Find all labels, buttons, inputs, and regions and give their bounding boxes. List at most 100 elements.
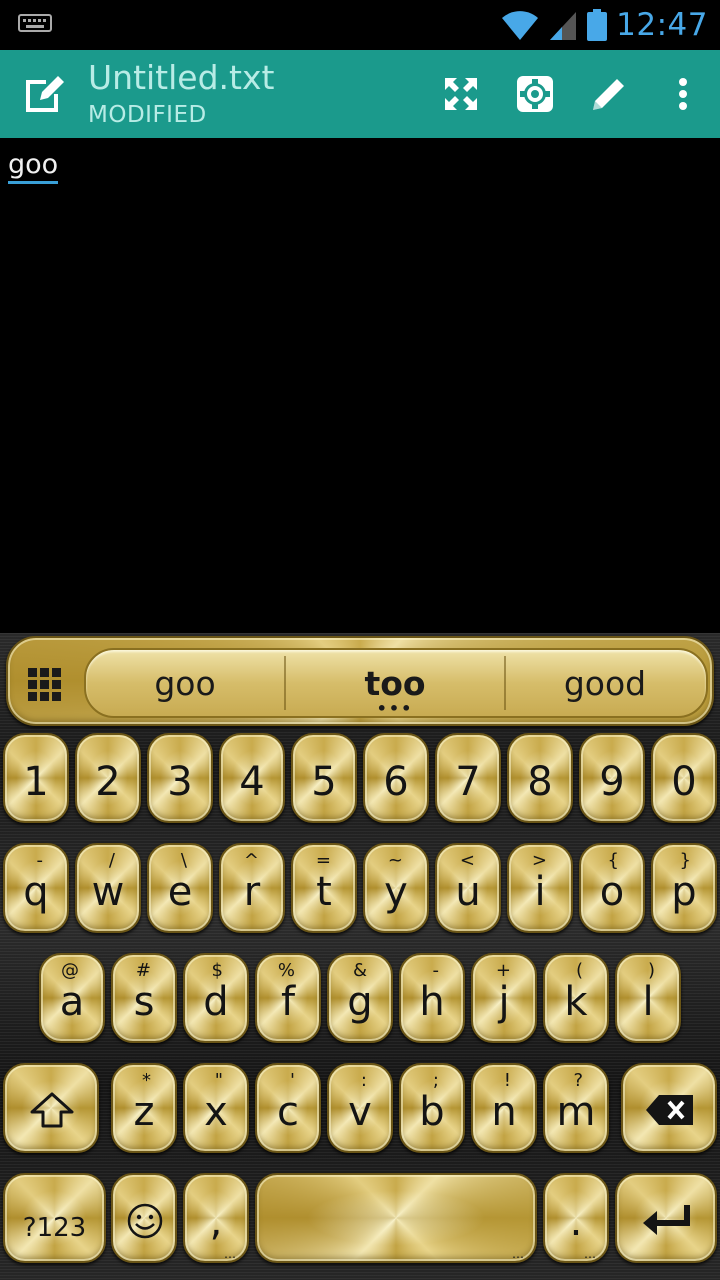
shift-arrow-icon	[30, 1092, 74, 1128]
key-label: p	[671, 869, 697, 915]
suggestion-goo[interactable]: goo	[86, 650, 284, 716]
key-label: 6	[383, 759, 409, 805]
key-v[interactable]: v:	[327, 1063, 393, 1153]
key-hint: !	[503, 1070, 511, 1091]
edit-note-icon[interactable]	[22, 72, 66, 116]
key-z[interactable]: z *	[111, 1063, 177, 1153]
key-label: i	[534, 869, 546, 915]
key-hint: ;	[432, 1070, 439, 1091]
key-b[interactable]: b;	[399, 1063, 465, 1153]
enter-key[interactable]	[615, 1173, 717, 1263]
key-g[interactable]: g &	[327, 953, 393, 1043]
keyboard-menu-icon[interactable]	[28, 668, 62, 702]
key-m[interactable]: m?	[543, 1063, 609, 1153]
shift-key[interactable]	[3, 1063, 99, 1153]
battery-icon	[587, 9, 608, 41]
key-hint: -	[36, 850, 44, 871]
key-label: 8	[527, 759, 553, 805]
key-hint: $	[211, 960, 223, 981]
key-hint: ^	[243, 850, 259, 871]
key-label: l	[642, 979, 654, 1025]
symbols-key[interactable]: ?123	[3, 1173, 106, 1263]
enter-arrow-icon	[643, 1205, 690, 1235]
app-bar: Untitled.txt MODIFIED	[0, 50, 720, 138]
key-c[interactable]: c '	[255, 1063, 321, 1153]
key-hint: ~	[387, 850, 403, 871]
key-label: m	[556, 1089, 596, 1135]
key-f[interactable]: f%	[255, 953, 321, 1043]
key-7[interactable]: 7	[435, 733, 501, 823]
emoji-key[interactable]	[111, 1173, 177, 1263]
key-hint: \	[180, 850, 187, 871]
key-4[interactable]: 4	[219, 733, 285, 823]
key-p[interactable]: p}	[651, 843, 717, 933]
key-5[interactable]: 5	[291, 733, 357, 823]
key-r[interactable]: r ^	[219, 843, 285, 933]
key-label: j	[498, 979, 510, 1025]
key-u[interactable]: u <	[435, 843, 501, 933]
key-0[interactable]: 0	[651, 733, 717, 823]
key-y[interactable]: y ~	[363, 843, 429, 933]
key-2[interactable]: 2	[75, 733, 141, 823]
key-label: 2	[95, 759, 121, 805]
key-hint: "	[214, 1070, 223, 1091]
backspace-key[interactable]	[621, 1063, 717, 1153]
key-label: w	[91, 869, 125, 915]
key-label: 0	[671, 759, 697, 805]
key-t[interactable]: t =	[291, 843, 357, 933]
key-s[interactable]: s #	[111, 953, 177, 1043]
suggestion-good[interactable]: good	[506, 650, 704, 716]
wifi-icon	[502, 11, 539, 40]
key-label: v	[348, 1089, 372, 1135]
suggestion-bar: goo too ••• good	[6, 636, 714, 726]
key-hint: '	[290, 1070, 295, 1091]
key-label: 9	[599, 759, 625, 805]
key-6[interactable]: 6	[363, 733, 429, 823]
comma-key[interactable]: , …	[183, 1173, 249, 1263]
key-k[interactable]: k(	[543, 953, 609, 1043]
space-key[interactable]: …	[255, 1173, 537, 1263]
key-j[interactable]: j +	[471, 953, 537, 1043]
keyboard: goo too ••• good 1234567890 q - w / e \ r ^ t = y ~…	[0, 633, 720, 1280]
key-9[interactable]: 9	[579, 733, 645, 823]
key-3[interactable]: 3	[147, 733, 213, 823]
key-hint: <	[459, 850, 475, 871]
settings-icon[interactable]	[515, 74, 555, 114]
more-suggestions-dots: •••	[376, 699, 414, 718]
key-e[interactable]: e \	[147, 843, 213, 933]
key-a[interactable]: a @	[39, 953, 105, 1043]
pencil-icon[interactable]	[589, 74, 629, 114]
key-n[interactable]: n!	[471, 1063, 537, 1153]
key-hint: >	[531, 850, 547, 871]
key-hint: #	[135, 960, 151, 981]
period-key[interactable]: . …	[543, 1173, 609, 1263]
key-hint: (	[575, 960, 583, 981]
fullscreen-icon[interactable]	[441, 74, 481, 114]
key-w[interactable]: w /	[75, 843, 141, 933]
key-label: f	[280, 979, 296, 1025]
document-title: Untitled.txt	[88, 58, 275, 97]
key-q[interactable]: q-	[3, 843, 69, 933]
key-label: a	[59, 979, 85, 1025]
keyboard-icon	[18, 14, 52, 32]
key-hint: -	[432, 960, 440, 981]
key-x[interactable]: x "	[183, 1063, 249, 1153]
key-hint: @	[61, 960, 79, 981]
key-i[interactable]: i >	[507, 843, 573, 933]
suggestion-too[interactable]: too •••	[286, 650, 504, 718]
key-label: k	[564, 979, 588, 1025]
key-d[interactable]: d $	[183, 953, 249, 1043]
key-l[interactable]: l)	[615, 953, 681, 1043]
key-label: q	[23, 869, 49, 915]
key-h[interactable]: h-	[399, 953, 465, 1043]
editor-text[interactable]: goo	[8, 150, 59, 184]
key-hint: &	[352, 960, 367, 981]
text-editor[interactable]: goo	[0, 138, 720, 633]
key-label: x	[204, 1089, 228, 1135]
key-o[interactable]: o{	[579, 843, 645, 933]
key-hint: ?	[573, 1070, 583, 1091]
key-1[interactable]: 1	[3, 733, 69, 823]
key-label: 1	[23, 759, 49, 805]
key-8[interactable]: 8	[507, 733, 573, 823]
overflow-menu-icon[interactable]	[663, 74, 703, 114]
